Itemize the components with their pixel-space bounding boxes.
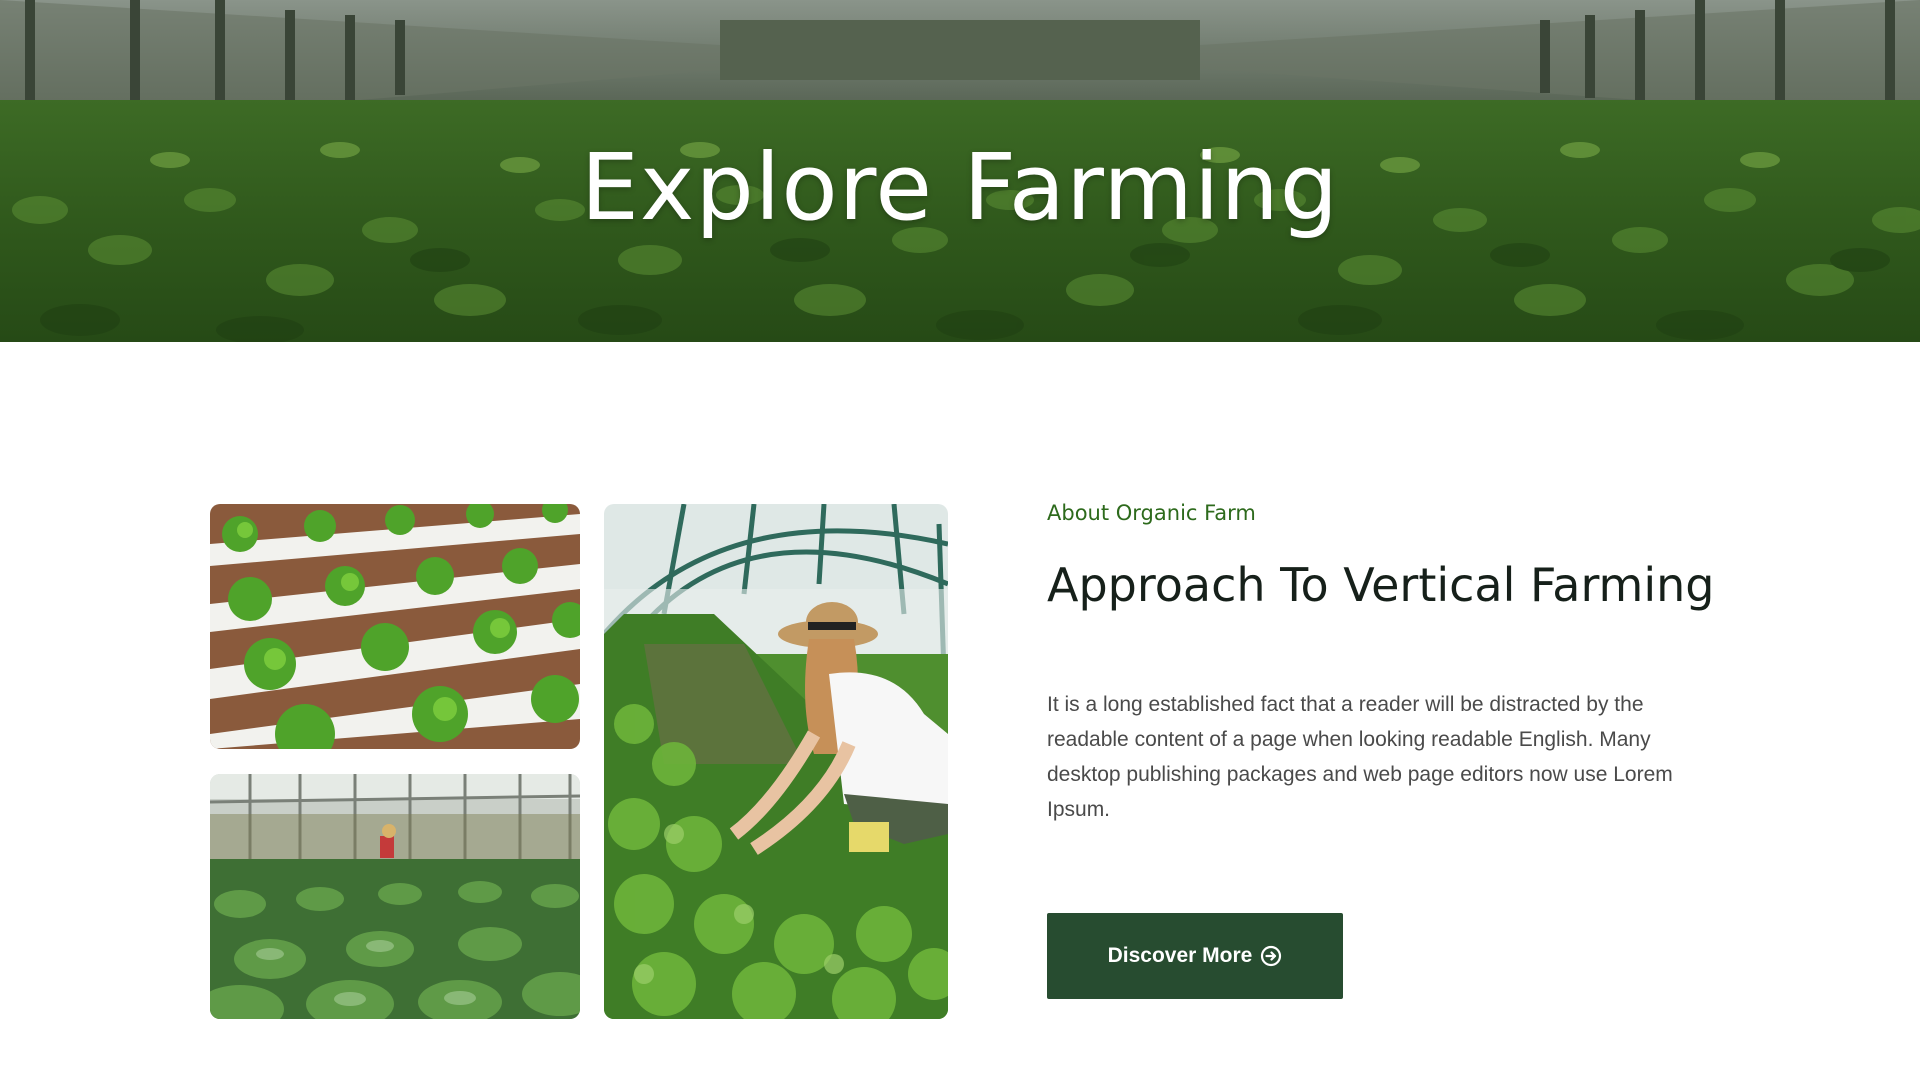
discover-more-button[interactable]: Discover More [1047,913,1343,999]
discover-more-label: Discover More [1107,944,1253,967]
woman-greenhouse-photo [604,504,948,1019]
greenhouse-cabbage-image [210,774,580,1019]
hero-banner: Explore Farming [0,0,1920,342]
arrow-circle-right-icon [1260,945,1282,967]
cabbage-field-photo [210,774,580,1019]
section-description: It is a long established fact that a rea… [1047,693,1673,821]
hero-title: Explore Farming [580,133,1340,241]
lettuce-photo [210,504,580,749]
section-eyebrow: About Organic Farm [1047,501,1256,525]
section-heading: Approach To Vertical Farming [1047,558,1715,612]
woman-tending-plants-image [604,504,948,1019]
hydroponic-lettuce-image [210,504,580,749]
